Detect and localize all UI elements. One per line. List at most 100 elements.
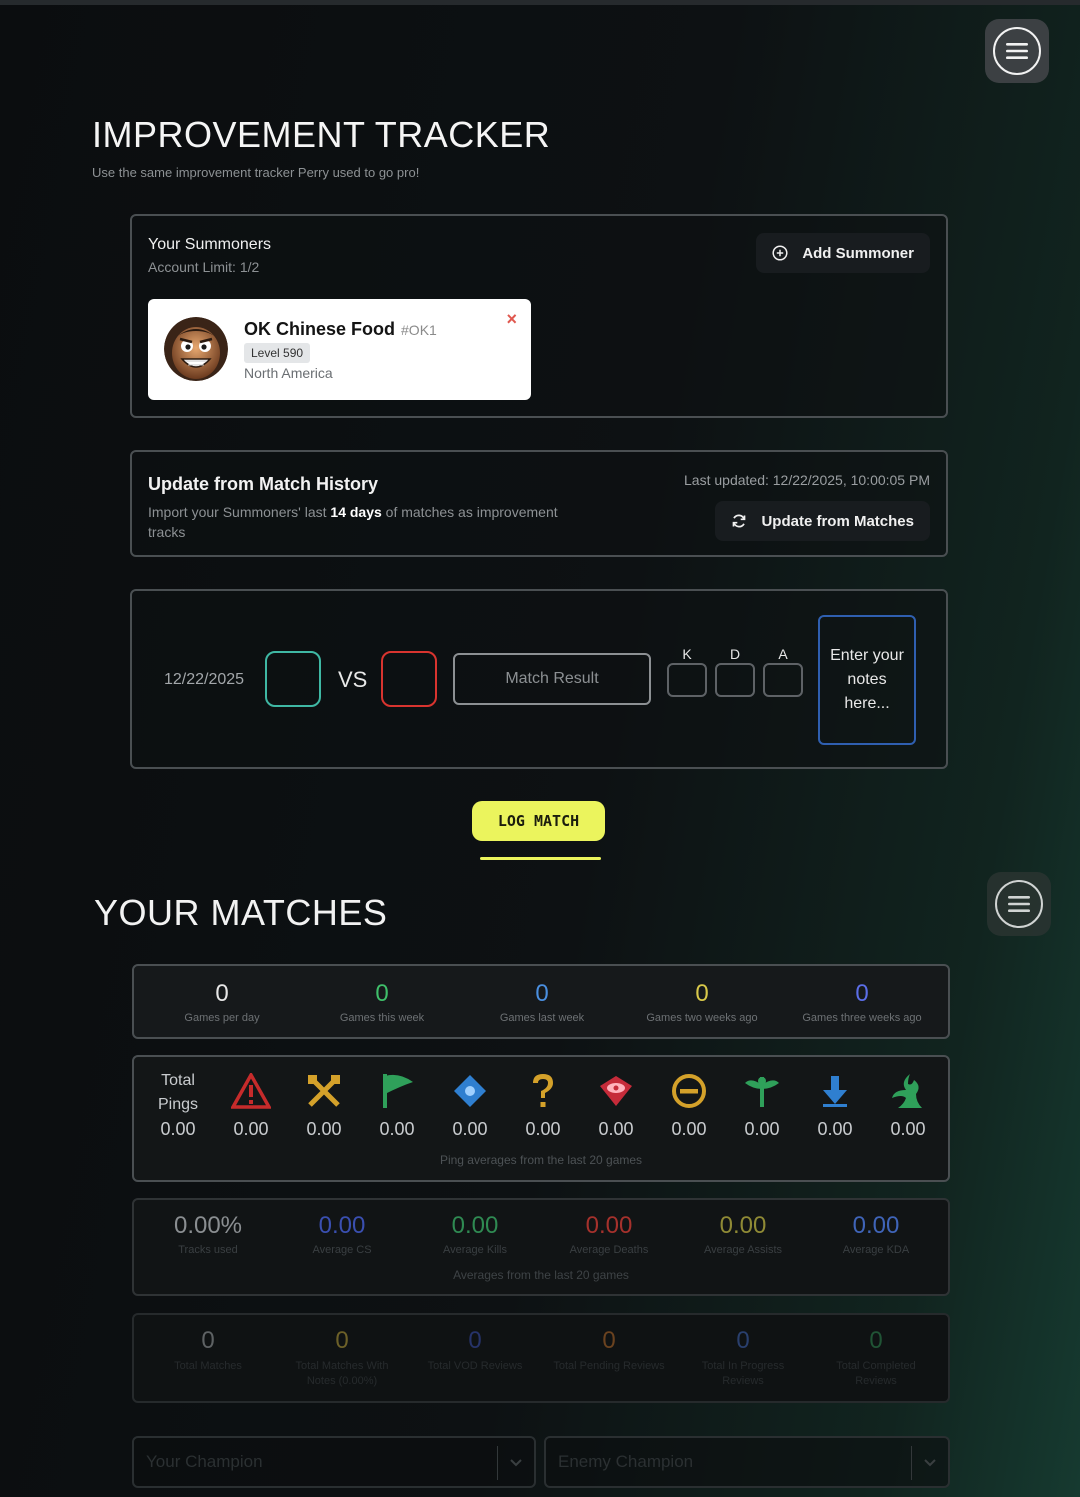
avg-label: Average Assists xyxy=(703,1244,783,1256)
vision-ping-icon xyxy=(438,1069,502,1113)
averages-footer: Averages from the last 20 games xyxy=(453,1268,629,1282)
need-vision-ping-icon xyxy=(730,1069,794,1113)
select-separator xyxy=(497,1446,498,1480)
update-desc-days: 14 days xyxy=(330,504,382,520)
assists-label: A xyxy=(778,646,788,662)
ping-value: 0.00 xyxy=(233,1119,269,1139)
avg-label: Tracks used xyxy=(178,1244,238,1256)
chevron-down-icon xyxy=(510,1459,522,1467)
your-champion-placeholder: Your Champion xyxy=(146,1452,263,1471)
vs-label: VS xyxy=(338,667,368,692)
stat-games-this-week: 0 Games this week xyxy=(302,980,462,1024)
avg-label: Average CS xyxy=(312,1244,372,1256)
summoner-region: North America xyxy=(244,365,333,381)
enemy-champion-placeholder: Enemy Champion xyxy=(558,1452,694,1471)
on-my-way-ping-icon xyxy=(803,1069,867,1113)
log-match-button[interactable]: LOG MATCH xyxy=(472,801,605,841)
update-description: Import your Summoners' last 14 days of m… xyxy=(148,502,588,542)
hamburger-icon xyxy=(993,27,1041,75)
avg-value: 0.00 xyxy=(852,1212,900,1239)
remove-summoner-close-icon[interactable]: × xyxy=(506,309,517,330)
missing-ping-icon xyxy=(511,1069,575,1113)
notes-input[interactable]: Enter your notes here... xyxy=(818,615,916,745)
summoner-name-text: OK Chinese Food xyxy=(244,319,396,339)
total-pings-value: 0.00 xyxy=(160,1119,196,1139)
averages-panel: 0.00% Tracks used 0.00 Average CS 0.00 A… xyxy=(132,1198,950,1296)
summoner-name: OK Chinese Food #OK1 xyxy=(244,319,437,340)
avg-deaths: 0.00 Average Deaths xyxy=(549,1212,669,1256)
total-value: 0 xyxy=(201,1327,215,1354)
total-in-progress-reviews: 0 Total In Progress Reviews xyxy=(683,1327,803,1389)
avg-tracks-used: 0.00% Tracks used xyxy=(148,1212,268,1256)
total-value: 0 xyxy=(736,1327,750,1354)
total-value: 0 xyxy=(869,1327,883,1354)
push-ping-icon xyxy=(365,1069,429,1113)
avg-label: Average Deaths xyxy=(569,1244,649,1256)
all-in-ping-icon xyxy=(292,1069,356,1113)
total-label: Total Matches xyxy=(174,1360,242,1372)
ping-retreat: 0.00 xyxy=(657,1069,721,1140)
summoners-panel: Your Summoners Account Limit: 1/2 Add Su… xyxy=(130,214,948,418)
summoner-card[interactable]: OK Chinese Food #OK1 Level 590 North Amer… xyxy=(148,299,531,400)
update-desc-before: Import your Summoners' last xyxy=(148,504,331,520)
stat-games-last-week: 0 Games last week xyxy=(462,980,622,1024)
total-value: 0 xyxy=(468,1327,482,1354)
avg-assists: 0.00 Average Assists xyxy=(683,1212,803,1256)
ping-push: 0.00 xyxy=(365,1069,429,1140)
stat-label: Games three weeks ago xyxy=(802,1012,922,1024)
avg-label: Average KDA xyxy=(842,1244,910,1256)
ping-missing: 0.00 xyxy=(511,1069,575,1140)
ping-value: 0.00 xyxy=(671,1119,707,1139)
total-pings-label-1: Total xyxy=(161,1072,195,1089)
update-from-matches-button[interactable]: Update from Matches xyxy=(715,501,930,541)
danger-ping-icon xyxy=(219,1069,283,1113)
kills-input[interactable] xyxy=(667,663,707,697)
stat-games-three-weeks-ago: 0 Games three weeks ago xyxy=(782,980,942,1024)
total-pings: Total Pings 0.00 xyxy=(146,1069,210,1140)
avg-value: 0.00 xyxy=(585,1212,633,1239)
enemy-champion-select[interactable]: Enemy Champion xyxy=(544,1436,950,1488)
your-champion-select[interactable]: Your Champion xyxy=(132,1436,536,1488)
total-value: 0 xyxy=(335,1327,349,1354)
match-date[interactable]: 12/22/2025 xyxy=(164,671,244,689)
total-label: Total In Progress Reviews xyxy=(701,1360,785,1387)
menu-button[interactable] xyxy=(985,19,1049,83)
total-completed-reviews: 0 Total Completed Reviews xyxy=(816,1327,936,1389)
update-from-matches-label: Update from Matches xyxy=(761,512,914,530)
stat-label: Games per day xyxy=(184,1012,260,1024)
stat-value: 0 xyxy=(855,980,869,1007)
matches-menu-button[interactable] xyxy=(987,872,1051,936)
deaths-label: D xyxy=(729,646,741,662)
ping-value: 0.00 xyxy=(452,1119,488,1139)
top-border xyxy=(0,0,1080,5)
retreat-ping-icon xyxy=(657,1069,721,1113)
ping-all-in: 0.00 xyxy=(292,1069,356,1140)
enemy-champion-select[interactable] xyxy=(381,651,437,707)
ping-on-my-way: 0.00 xyxy=(803,1069,867,1140)
total-matches-with-notes: 0 Total Matches With Notes (0.00%) xyxy=(282,1327,402,1389)
refresh-icon xyxy=(733,514,746,528)
match-result-select[interactable]: Match Result xyxy=(453,653,651,705)
hamburger-icon xyxy=(995,880,1043,928)
update-title: Update from Match History xyxy=(148,474,379,494)
ally-champion-select[interactable] xyxy=(265,651,321,707)
ping-enemy-vision: 0.00 xyxy=(584,1069,648,1140)
total-label: Total Pending Reviews xyxy=(553,1360,665,1372)
stat-value: 0 xyxy=(535,980,549,1007)
select-separator xyxy=(911,1446,912,1480)
game-frequency-panel: 0 Games per day 0 Games this week 0 Game… xyxy=(132,964,950,1039)
stat-value: 0 xyxy=(375,980,389,1007)
avg-kills: 0.00 Average Kills xyxy=(415,1212,535,1256)
enemy-vision-ping-icon xyxy=(584,1069,648,1113)
add-summoner-label: Add Summoner xyxy=(802,244,914,262)
matches-title: YOUR MATCHES xyxy=(94,892,388,933)
ping-value: 0.00 xyxy=(379,1119,415,1139)
add-summoner-button[interactable]: Add Summoner xyxy=(756,233,930,273)
avg-value: 0.00 xyxy=(318,1212,366,1239)
kills-label: K xyxy=(682,646,692,662)
assists-input[interactable] xyxy=(763,663,803,697)
avg-value: 0.00 xyxy=(451,1212,499,1239)
avg-value: 0.00 xyxy=(719,1212,767,1239)
deaths-input[interactable] xyxy=(715,663,755,697)
pings-footer: Ping averages from the last 20 games xyxy=(439,1153,643,1167)
